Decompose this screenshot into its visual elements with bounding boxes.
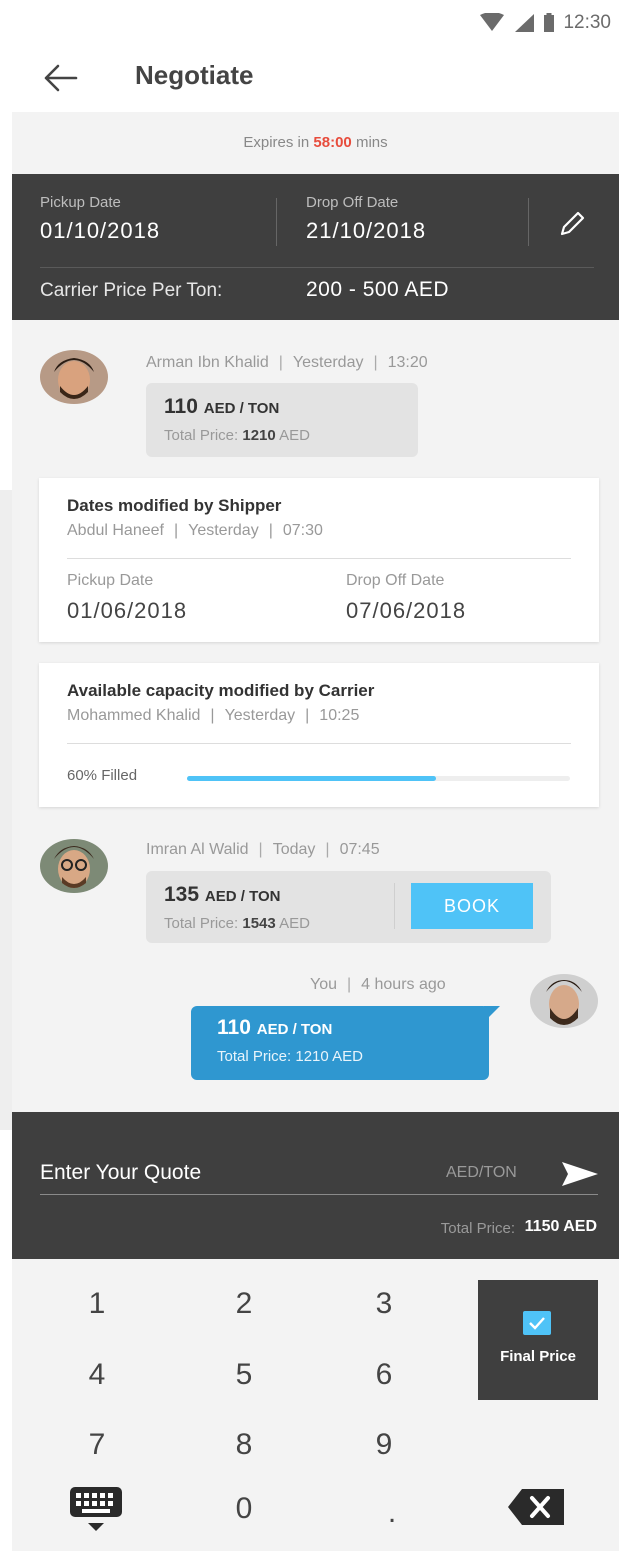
book-button[interactable]: BOOK xyxy=(411,883,533,929)
card-title: Dates modified by Shipper xyxy=(67,496,282,515)
sender-name: Arman Ibn Khalid xyxy=(146,354,269,371)
divider xyxy=(67,558,571,559)
capacity-progress-fill xyxy=(187,776,436,781)
key-9[interactable]: 9 xyxy=(334,1417,434,1473)
capacity-modified-card: Available capacity modified by Carrier M… xyxy=(39,663,599,807)
message-meta: You | 4 hours ago xyxy=(310,976,446,993)
backspace-icon xyxy=(508,1489,564,1525)
delete-button[interactable] xyxy=(504,1485,570,1529)
back-button[interactable] xyxy=(40,58,80,98)
avatar xyxy=(40,839,108,893)
message-day: Today xyxy=(272,841,316,858)
offer-total: Total Price: 1210 AED xyxy=(164,427,310,444)
key-0[interactable]: 0 xyxy=(194,1481,294,1537)
pencil-icon xyxy=(560,211,585,236)
offer-price: 110 AED / TON xyxy=(164,395,280,418)
offer-bubble: 110 AED / TON Total Price: 1210 AED xyxy=(146,383,418,457)
card-title: Available capacity modified by Carrier xyxy=(67,681,375,700)
total-price-label: Total Price: xyxy=(440,1220,515,1237)
message-meta: Imran Al Walid | Today | 07:45 xyxy=(146,841,380,858)
divider xyxy=(276,198,277,246)
key-1[interactable]: 1 xyxy=(47,1276,147,1332)
your-offer-price: 110 AED / TON xyxy=(217,1016,333,1039)
battery-icon xyxy=(544,13,555,32)
negotiation-sheet: Expires in 58:00 mins Pickup Date 01/10/… xyxy=(12,112,619,1259)
key-decimal[interactable]: . xyxy=(342,1485,442,1541)
dates-modified-card: Dates modified by Shipper Abdul Haneef | Y… xyxy=(39,478,599,642)
quote-input[interactable] xyxy=(40,1156,460,1190)
key-4[interactable]: 4 xyxy=(47,1347,147,1403)
dropoff-date-label: Drop Off Date xyxy=(306,194,399,211)
message-time: 07:45 xyxy=(339,841,380,858)
card-pickup-value: 01/06/2018 xyxy=(67,598,188,623)
key-8[interactable]: 8 xyxy=(194,1417,294,1473)
divider xyxy=(67,743,571,744)
quote-panel: AED/TON Total Price: 1150 AED xyxy=(12,1112,619,1259)
expiry-suffix: mins xyxy=(355,134,388,151)
offer-bubble: 135 AED / TON Total Price: 1543 AED BOOK xyxy=(146,871,551,943)
message-time: 13:20 xyxy=(387,354,428,371)
message-meta: Arman Ibn Khalid | Yesterday | 13:20 xyxy=(146,354,428,371)
edit-dates-button[interactable] xyxy=(554,206,590,242)
pickup-date-value: 01/10/2018 xyxy=(40,218,161,243)
sender-name: Imran Al Walid xyxy=(146,841,249,858)
expiry-prefix: Expires in xyxy=(243,134,310,151)
status-bar: 12:30 xyxy=(0,0,619,44)
card-meta: Abdul Haneef | Yesterday | 07:30 xyxy=(67,522,323,539)
carrier-price-label: Carrier Price Per Ton: xyxy=(40,280,223,301)
expiry-notice: Expires in 58:00 mins xyxy=(12,112,619,174)
avatar xyxy=(40,350,108,404)
message-time: 4 hours ago xyxy=(361,976,446,993)
divider xyxy=(40,267,594,268)
capacity-label: 60% Filled xyxy=(67,767,138,784)
pickup-date-label: Pickup Date xyxy=(40,194,121,211)
total-price-value: 1150 AED xyxy=(524,1218,597,1235)
offer-price: 135 AED / TON xyxy=(164,883,281,906)
dropoff-date-value: 21/10/2018 xyxy=(306,218,427,243)
capacity-progress-bar xyxy=(187,776,570,781)
input-underline xyxy=(40,1194,598,1195)
final-price-toggle[interactable]: Final Price xyxy=(478,1280,598,1400)
signal-icon xyxy=(515,14,535,32)
card-meta: Mohammed Khalid | Yesterday | 10:25 xyxy=(67,707,360,724)
card-dropoff-value: 07/06/2018 xyxy=(346,598,467,623)
divider xyxy=(394,883,395,929)
wifi-icon xyxy=(480,13,505,31)
dates-panel: Pickup Date 01/10/2018 Drop Off Date 21/… xyxy=(12,174,619,320)
divider xyxy=(528,198,529,246)
key-7[interactable]: 7 xyxy=(47,1417,147,1473)
card-pickup-label: Pickup Date xyxy=(67,572,154,589)
send-button[interactable] xyxy=(560,1158,600,1190)
key-6[interactable]: 6 xyxy=(334,1347,434,1403)
page-title: Negotiate xyxy=(135,60,254,90)
status-time: 12:30 xyxy=(563,12,611,33)
app-bar: Negotiate xyxy=(0,44,619,112)
side-decoration xyxy=(0,490,12,1130)
key-2[interactable]: 2 xyxy=(194,1276,294,1332)
offer-total: Total Price: 1543 AED xyxy=(164,915,310,932)
checkbox-checked-icon xyxy=(523,1311,551,1335)
card-dropoff-label: Drop Off Date xyxy=(346,572,445,589)
key-3[interactable]: 3 xyxy=(334,1276,434,1332)
sender-name: You xyxy=(310,976,337,993)
your-offer-total: Total Price: 1210 AED xyxy=(217,1048,363,1065)
carrier-price-value: 200 - 500 AED xyxy=(306,278,450,301)
expiry-time: 58:00 xyxy=(313,134,352,151)
quote-unit: AED/TON xyxy=(446,1164,517,1181)
key-5[interactable]: 5 xyxy=(194,1347,294,1403)
back-arrow-icon xyxy=(44,64,78,92)
message-day: Yesterday xyxy=(292,354,364,371)
numeric-keypad: 1 2 3 4 5 6 7 8 9 0 . Final Price xyxy=(12,1259,619,1551)
final-price-label: Final Price xyxy=(500,1348,576,1365)
keyboard-toggle-button[interactable] xyxy=(64,1483,128,1535)
avatar xyxy=(530,974,598,1028)
your-offer-bubble: 110 AED / TON Total Price: 1210 AED xyxy=(191,1006,489,1080)
keyboard-icon xyxy=(70,1487,122,1531)
send-icon xyxy=(562,1162,598,1186)
